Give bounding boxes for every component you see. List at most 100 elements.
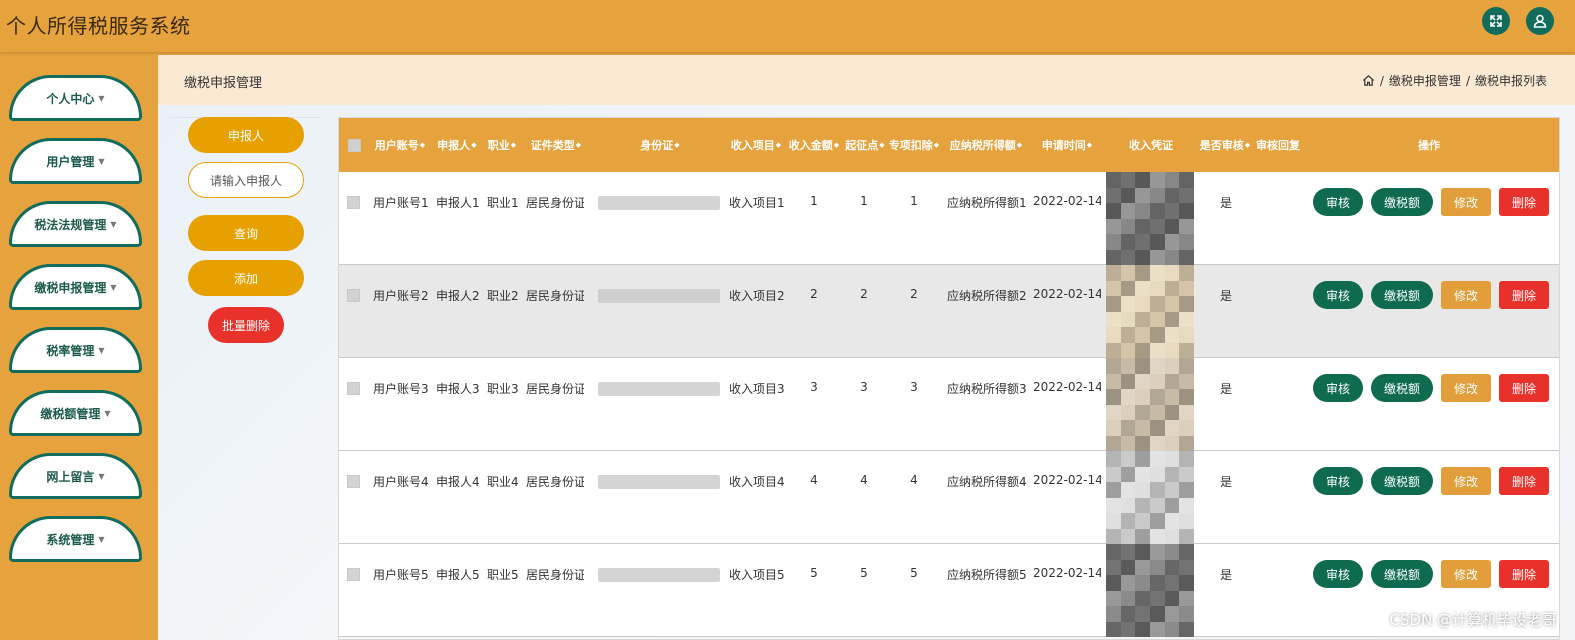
tax-amount-button[interactable]: 缴税额 bbox=[1371, 281, 1433, 309]
edit-button[interactable]: 修改 bbox=[1441, 467, 1491, 495]
cell-taxable: 应纳税所得额3 bbox=[947, 382, 1027, 394]
cell-account: 用户账号4 bbox=[373, 475, 429, 487]
watermark: CSDN @计算机毕设老哥 bbox=[1389, 611, 1557, 629]
income-proof-image[interactable] bbox=[1106, 544, 1194, 637]
cell-amount: 1 bbox=[810, 194, 818, 208]
cell-taxable: 应纳税所得额1 bbox=[947, 196, 1027, 208]
cell-audited: 是 bbox=[1219, 475, 1232, 487]
sidebar-item-system-management[interactable]: 系统管理 ▼ bbox=[9, 516, 142, 562]
fullscreen-button[interactable] bbox=[1482, 7, 1510, 35]
row-checkbox[interactable] bbox=[347, 196, 360, 209]
home-icon[interactable] bbox=[1362, 74, 1375, 87]
column-header[interactable]: 用户账号 ◆ bbox=[371, 118, 429, 172]
cell-date: 2022-02-14 bbox=[1033, 194, 1101, 208]
breadcrumb-item[interactable]: 缴税申报管理 bbox=[1389, 72, 1461, 89]
cell-amount: 4 bbox=[810, 473, 818, 487]
income-proof-image[interactable] bbox=[1106, 358, 1194, 451]
fullscreen-icon bbox=[1490, 15, 1502, 27]
tax-amount-button[interactable]: 缴税额 bbox=[1371, 188, 1433, 216]
sidebar-item-user-management[interactable]: 用户管理 ▼ bbox=[9, 138, 142, 184]
applicant-search-input[interactable]: 请输入申报人 bbox=[188, 162, 304, 198]
tax-amount-button[interactable]: 缴税额 bbox=[1371, 560, 1433, 588]
audit-button[interactable]: 审核 bbox=[1313, 560, 1363, 588]
column-header[interactable]: 职业 ◆ bbox=[485, 118, 519, 172]
cell-deduction: 5 bbox=[910, 566, 918, 580]
delete-button[interactable]: 删除 bbox=[1499, 467, 1549, 495]
income-proof-image[interactable] bbox=[1106, 265, 1194, 358]
sidebar-item-tax-declaration[interactable]: 缴税申报管理 ▼ bbox=[9, 264, 142, 310]
income-proof-image[interactable] bbox=[1106, 172, 1194, 265]
cell-date: 2022-02-14 bbox=[1033, 380, 1101, 394]
column-header[interactable]: 申报人 ◆ bbox=[435, 118, 479, 172]
delete-button[interactable]: 删除 bbox=[1499, 560, 1549, 588]
sort-icon: ◆ bbox=[1016, 140, 1023, 149]
cell-job: 职业1 bbox=[487, 196, 519, 208]
cell-applicant: 申报人4 bbox=[436, 475, 480, 487]
sidebar-item-personal-center[interactable]: 个人中心 ▼ bbox=[9, 75, 142, 121]
cell-amount: 2 bbox=[810, 287, 818, 301]
column-header[interactable]: 起征点 ◆ bbox=[843, 118, 887, 172]
cell-job: 职业3 bbox=[487, 382, 519, 394]
audit-button[interactable]: 审核 bbox=[1313, 281, 1363, 309]
audit-button[interactable]: 审核 bbox=[1313, 467, 1363, 495]
column-header[interactable]: 专项扣除 ◆ bbox=[887, 118, 941, 172]
cell-date: 2022-02-14 bbox=[1033, 287, 1101, 301]
cell-applicant: 申报人1 bbox=[436, 196, 480, 208]
query-button[interactable]: 查询 bbox=[188, 215, 304, 251]
select-all-checkbox[interactable] bbox=[347, 118, 361, 172]
table-row: 用户账号4 申报人4 职业4 居民身份证 收入项目4 4 4 4 应纳税所得额4… bbox=[339, 451, 1559, 544]
chevron-down-icon: ▼ bbox=[110, 219, 117, 229]
column-header[interactable]: 身份证 ◆ bbox=[597, 118, 723, 172]
table-row: 用户账号3 申报人3 职业3 居民身份证 收入项目3 3 3 3 应纳税所得额3… bbox=[339, 358, 1559, 451]
edit-button[interactable]: 修改 bbox=[1441, 374, 1491, 402]
batch-delete-button[interactable]: 批量删除 bbox=[208, 307, 284, 343]
column-header[interactable]: 证件类型 ◆ bbox=[527, 118, 585, 172]
table-row: 用户账号1 申报人1 职业1 居民身份证 收入项目1 1 1 1 应纳税所得额1… bbox=[339, 172, 1559, 265]
cell-income-item: 收入项目2 bbox=[729, 289, 785, 301]
row-checkbox[interactable] bbox=[347, 475, 360, 488]
delete-button[interactable]: 删除 bbox=[1499, 281, 1549, 309]
tax-amount-button[interactable]: 缴税额 bbox=[1371, 374, 1433, 402]
sidebar-item-tax-amount[interactable]: 缴税额管理 ▼ bbox=[9, 390, 142, 436]
sort-icon: ◆ bbox=[1244, 140, 1251, 149]
row-checkbox[interactable] bbox=[347, 289, 360, 302]
sidebar-item-online-message[interactable]: 网上留言 ▼ bbox=[9, 453, 142, 499]
audit-button[interactable]: 审核 bbox=[1313, 188, 1363, 216]
sidebar-item-label: 税率管理 bbox=[46, 343, 95, 358]
cell-applicant: 申报人2 bbox=[436, 289, 480, 301]
sort-icon: ◆ bbox=[510, 140, 517, 149]
row-checkbox[interactable] bbox=[347, 382, 360, 395]
cell-taxable: 应纳税所得额4 bbox=[947, 475, 1027, 487]
user-button[interactable] bbox=[1526, 7, 1554, 35]
audit-button[interactable]: 审核 bbox=[1313, 374, 1363, 402]
sidebar-item-label: 个人中心 bbox=[46, 91, 95, 106]
column-header[interactable]: 收入项目 ◆ bbox=[727, 118, 785, 172]
column-header[interactable]: 是否审核 ◆ bbox=[1197, 118, 1253, 172]
edit-button[interactable]: 修改 bbox=[1441, 188, 1491, 216]
delete-button[interactable]: 删除 bbox=[1499, 374, 1549, 402]
column-header[interactable]: 应纳税所得额 ◆ bbox=[945, 118, 1027, 172]
edit-button[interactable]: 修改 bbox=[1441, 560, 1491, 588]
sidebar-item-tax-rate[interactable]: 税率管理 ▼ bbox=[9, 327, 142, 373]
edit-button[interactable]: 修改 bbox=[1441, 281, 1491, 309]
sidebar-item-label: 网上留言 bbox=[46, 469, 95, 484]
income-proof-image[interactable] bbox=[1106, 451, 1194, 544]
tax-amount-button[interactable]: 缴税额 bbox=[1371, 467, 1433, 495]
cell-taxable: 应纳税所得额5 bbox=[947, 568, 1027, 580]
sidebar: 个人中心 ▼ 用户管理 ▼ 税法法规管理 ▼ 缴税申报管理 ▼ 税率管理 ▼ 缴税额管理 ▼… bbox=[0, 55, 158, 640]
row-checkbox[interactable] bbox=[347, 568, 360, 581]
add-button[interactable]: 添加 bbox=[188, 260, 304, 296]
column-header[interactable]: 收入金额 ◆ bbox=[787, 118, 841, 172]
page-title: 缴税申报管理 bbox=[184, 76, 263, 91]
cell-audited: 是 bbox=[1219, 196, 1232, 208]
sidebar-item-tax-law[interactable]: 税法法规管理 ▼ bbox=[9, 201, 142, 247]
sidebar-item-label: 系统管理 bbox=[46, 532, 95, 547]
cell-date: 2022-02-14 bbox=[1033, 473, 1101, 487]
column-header[interactable]: 申请时间 ◆ bbox=[1033, 118, 1101, 172]
cell-taxable: 应纳税所得额2 bbox=[947, 289, 1027, 301]
cell-threshold: 4 bbox=[860, 473, 868, 487]
cell-applicant: 申报人5 bbox=[436, 568, 480, 580]
column-header: 审核回复 bbox=[1256, 139, 1300, 152]
chevron-down-icon: ▼ bbox=[104, 408, 111, 418]
delete-button[interactable]: 删除 bbox=[1499, 188, 1549, 216]
